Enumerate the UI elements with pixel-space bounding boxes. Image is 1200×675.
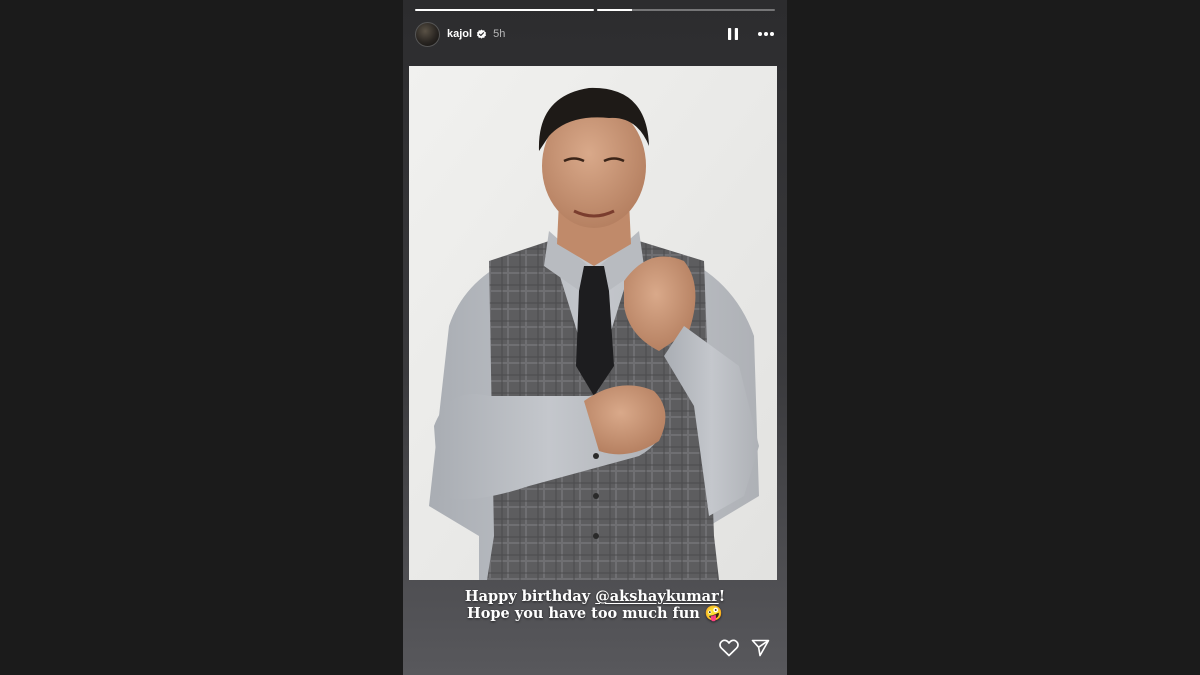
- caption-line-2: Hope you have too much fun 🤪: [403, 605, 787, 622]
- avatar[interactable]: [415, 21, 440, 47]
- progress-fill: [596, 9, 633, 11]
- pause-icon[interactable]: [727, 27, 739, 41]
- mention-link[interactable]: @akshaykumar: [595, 588, 718, 605]
- heart-icon[interactable]: [719, 639, 739, 657]
- zany-face-emoji: 🤪: [704, 605, 723, 622]
- story-progress-bar: [415, 9, 775, 11]
- header-controls: [727, 27, 775, 41]
- caption-line-1: Happy birthday @akshaykumar!: [403, 588, 787, 605]
- story-footer: [403, 639, 787, 663]
- story-caption: Happy birthday @akshaykumar! Hope you ha…: [403, 588, 787, 622]
- verified-badge-icon: [476, 28, 487, 40]
- story-viewer: kajol 5h Happy birthday @akshaykumar! Ho…: [403, 0, 787, 675]
- progress-segment: [596, 9, 775, 11]
- story-header: kajol 5h: [415, 19, 775, 49]
- progress-segment: [415, 9, 594, 11]
- more-options-icon[interactable]: [757, 31, 775, 37]
- progress-fill: [415, 9, 594, 11]
- username[interactable]: kajol: [447, 28, 472, 40]
- caption-text: Happy birthday: [464, 588, 596, 605]
- caption-text: !: [718, 588, 726, 605]
- story-photo: [409, 66, 777, 580]
- post-time: 5h: [493, 28, 506, 40]
- send-icon[interactable]: [751, 639, 770, 657]
- portrait-illustration: [409, 66, 777, 580]
- caption-text: Hope you have too much fun: [467, 605, 705, 622]
